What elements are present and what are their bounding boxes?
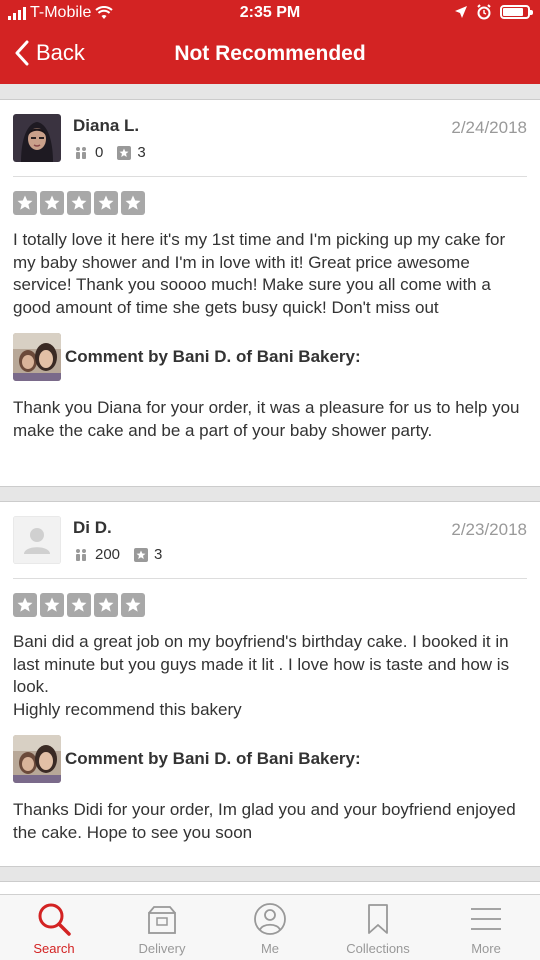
- user-name[interactable]: Di D.: [73, 518, 112, 538]
- reviews-count: 3: [154, 546, 163, 563]
- review-text: I totally love it here it's my 1st time …: [13, 230, 506, 317]
- star-icon: [40, 191, 64, 215]
- tab-label: Collections: [346, 941, 410, 956]
- user-avatar[interactable]: [13, 516, 61, 564]
- owner-comment-header: Comment by Bani D. of Bani Bakery:: [13, 333, 527, 381]
- friends-stat: 200: [73, 546, 120, 563]
- review-user-row: Di D. 200 3 2/23/2018: [13, 516, 527, 576]
- reviews-stat: 3: [134, 546, 162, 563]
- alarm-icon: [477, 4, 491, 20]
- review-card: Diana L. 0 3 2/24/2018 I totally love it…: [0, 99, 540, 487]
- profile-icon: [252, 901, 288, 937]
- star-icon: [121, 593, 145, 617]
- user-stats: 0 3: [73, 144, 160, 161]
- user-avatar[interactable]: [13, 114, 61, 162]
- star-icon: [40, 593, 64, 617]
- tab-label: More: [471, 941, 501, 956]
- star-icon: [13, 191, 37, 215]
- reviews-list[interactable]: Diana L. 0 3 2/24/2018 I totally love it…: [0, 84, 540, 894]
- comment-title: Comment by Bani D. of Bani Bakery:: [65, 749, 361, 768]
- review-card: Di D. 200 3 2/23/2018 Bani did a great j…: [0, 501, 540, 867]
- comment-title: Comment by Bani D. of Bani Bakery:: [65, 347, 361, 366]
- tab-label: Me: [260, 941, 280, 956]
- app-header: T-Mobile 2:35 PM Back Not Recommended: [0, 0, 540, 84]
- friends-count: 0: [95, 144, 104, 161]
- battery-icon: [500, 5, 533, 19]
- tab-bar: Search Delivery Me Collections More: [0, 894, 540, 960]
- owner-avatar[interactable]: [13, 735, 61, 783]
- friends-stat: 0: [73, 144, 103, 161]
- review-text: Bani did a great job on my boyfriend's b…: [13, 632, 510, 719]
- reviews-count: 3: [137, 144, 146, 161]
- delivery-bag-icon: [144, 901, 180, 937]
- tab-label: Delivery: [138, 941, 186, 956]
- review-user-row: Diana L. 0 3 2/24/2018: [13, 114, 527, 174]
- tab-search[interactable]: Search: [0, 895, 108, 960]
- status-right: [454, 4, 533, 20]
- review-card: [0, 881, 540, 894]
- review-date: 2/23/2018: [451, 520, 527, 539]
- review-count-icon: [117, 145, 132, 160]
- comment-text: Thanks Didi for your order, Im glad you …: [13, 800, 516, 842]
- review-date: 2/24/2018: [451, 118, 527, 137]
- page-title: Not Recommended: [174, 42, 366, 65]
- star-rating: [13, 191, 527, 215]
- user-stats: 200 3: [73, 546, 176, 563]
- star-icon: [94, 191, 118, 215]
- reviews-stat: 3: [117, 144, 146, 161]
- star-icon: [121, 191, 145, 215]
- star-icon: [94, 593, 118, 617]
- tab-delivery[interactable]: Delivery: [108, 895, 216, 960]
- star-rating: [13, 593, 527, 617]
- friends-count: 200: [95, 546, 121, 563]
- divider: [13, 176, 527, 177]
- location-arrow-icon: [455, 6, 467, 18]
- bookmark-icon: [360, 901, 396, 937]
- tab-me[interactable]: Me: [216, 895, 324, 960]
- divider: [13, 578, 527, 579]
- tab-collections[interactable]: Collections: [324, 895, 432, 960]
- review-count-icon: [134, 547, 149, 562]
- star-icon: [67, 191, 91, 215]
- menu-icon: [468, 901, 504, 937]
- search-icon: [36, 901, 72, 937]
- star-icon: [67, 593, 91, 617]
- tab-more[interactable]: More: [432, 895, 540, 960]
- friends-icon: [76, 146, 86, 159]
- status-bar: T-Mobile 2:35 PM: [0, 0, 540, 28]
- owner-comment-header: Comment by Bani D. of Bani Bakery:: [13, 735, 527, 783]
- tab-label: Search: [33, 941, 75, 956]
- owner-avatar[interactable]: [13, 333, 61, 381]
- nav-bar: Back Not Recommended: [0, 30, 540, 80]
- comment-text: Thank you Diana for your order, it was a…: [13, 398, 520, 440]
- star-icon: [13, 593, 37, 617]
- user-name[interactable]: Diana L.: [73, 116, 139, 136]
- friends-icon: [76, 548, 86, 561]
